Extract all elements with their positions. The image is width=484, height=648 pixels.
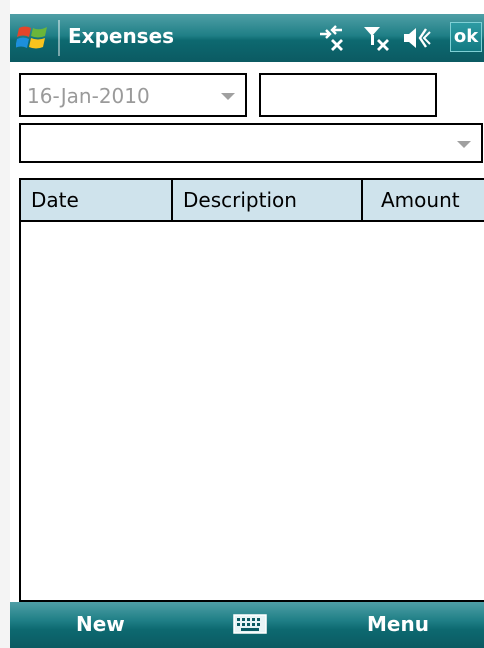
list-header: Date Description Amount: [21, 180, 484, 222]
app-title: Expenses: [68, 24, 175, 48]
date-value: 16-Jan-2010: [27, 84, 150, 108]
ok-button[interactable]: ok: [450, 22, 482, 52]
amount-input[interactable]: [259, 73, 437, 117]
window-frame-left: [0, 0, 10, 648]
title-separator: [58, 20, 60, 56]
title-bar: Expenses ok: [10, 14, 484, 62]
category-dropdown[interactable]: [19, 123, 483, 163]
keyboard-icon[interactable]: [232, 612, 268, 636]
signal-icon[interactable]: [362, 24, 392, 52]
date-picker[interactable]: 16-Jan-2010: [19, 73, 247, 117]
chevron-down-icon[interactable]: [457, 141, 471, 148]
new-softkey[interactable]: New: [76, 612, 125, 636]
volume-icon[interactable]: [402, 24, 432, 52]
column-header-amount[interactable]: Amount: [363, 180, 484, 222]
softkey-bar: New Menu: [10, 602, 484, 648]
windows-start-icon[interactable]: [16, 22, 50, 54]
menu-softkey[interactable]: Menu: [367, 612, 429, 636]
column-header-description[interactable]: Description: [173, 180, 363, 222]
expense-list[interactable]: Date Description Amount: [19, 178, 484, 602]
connectivity-icon[interactable]: [316, 24, 346, 52]
column-header-date[interactable]: Date: [21, 180, 173, 222]
chevron-down-icon[interactable]: [221, 93, 235, 100]
